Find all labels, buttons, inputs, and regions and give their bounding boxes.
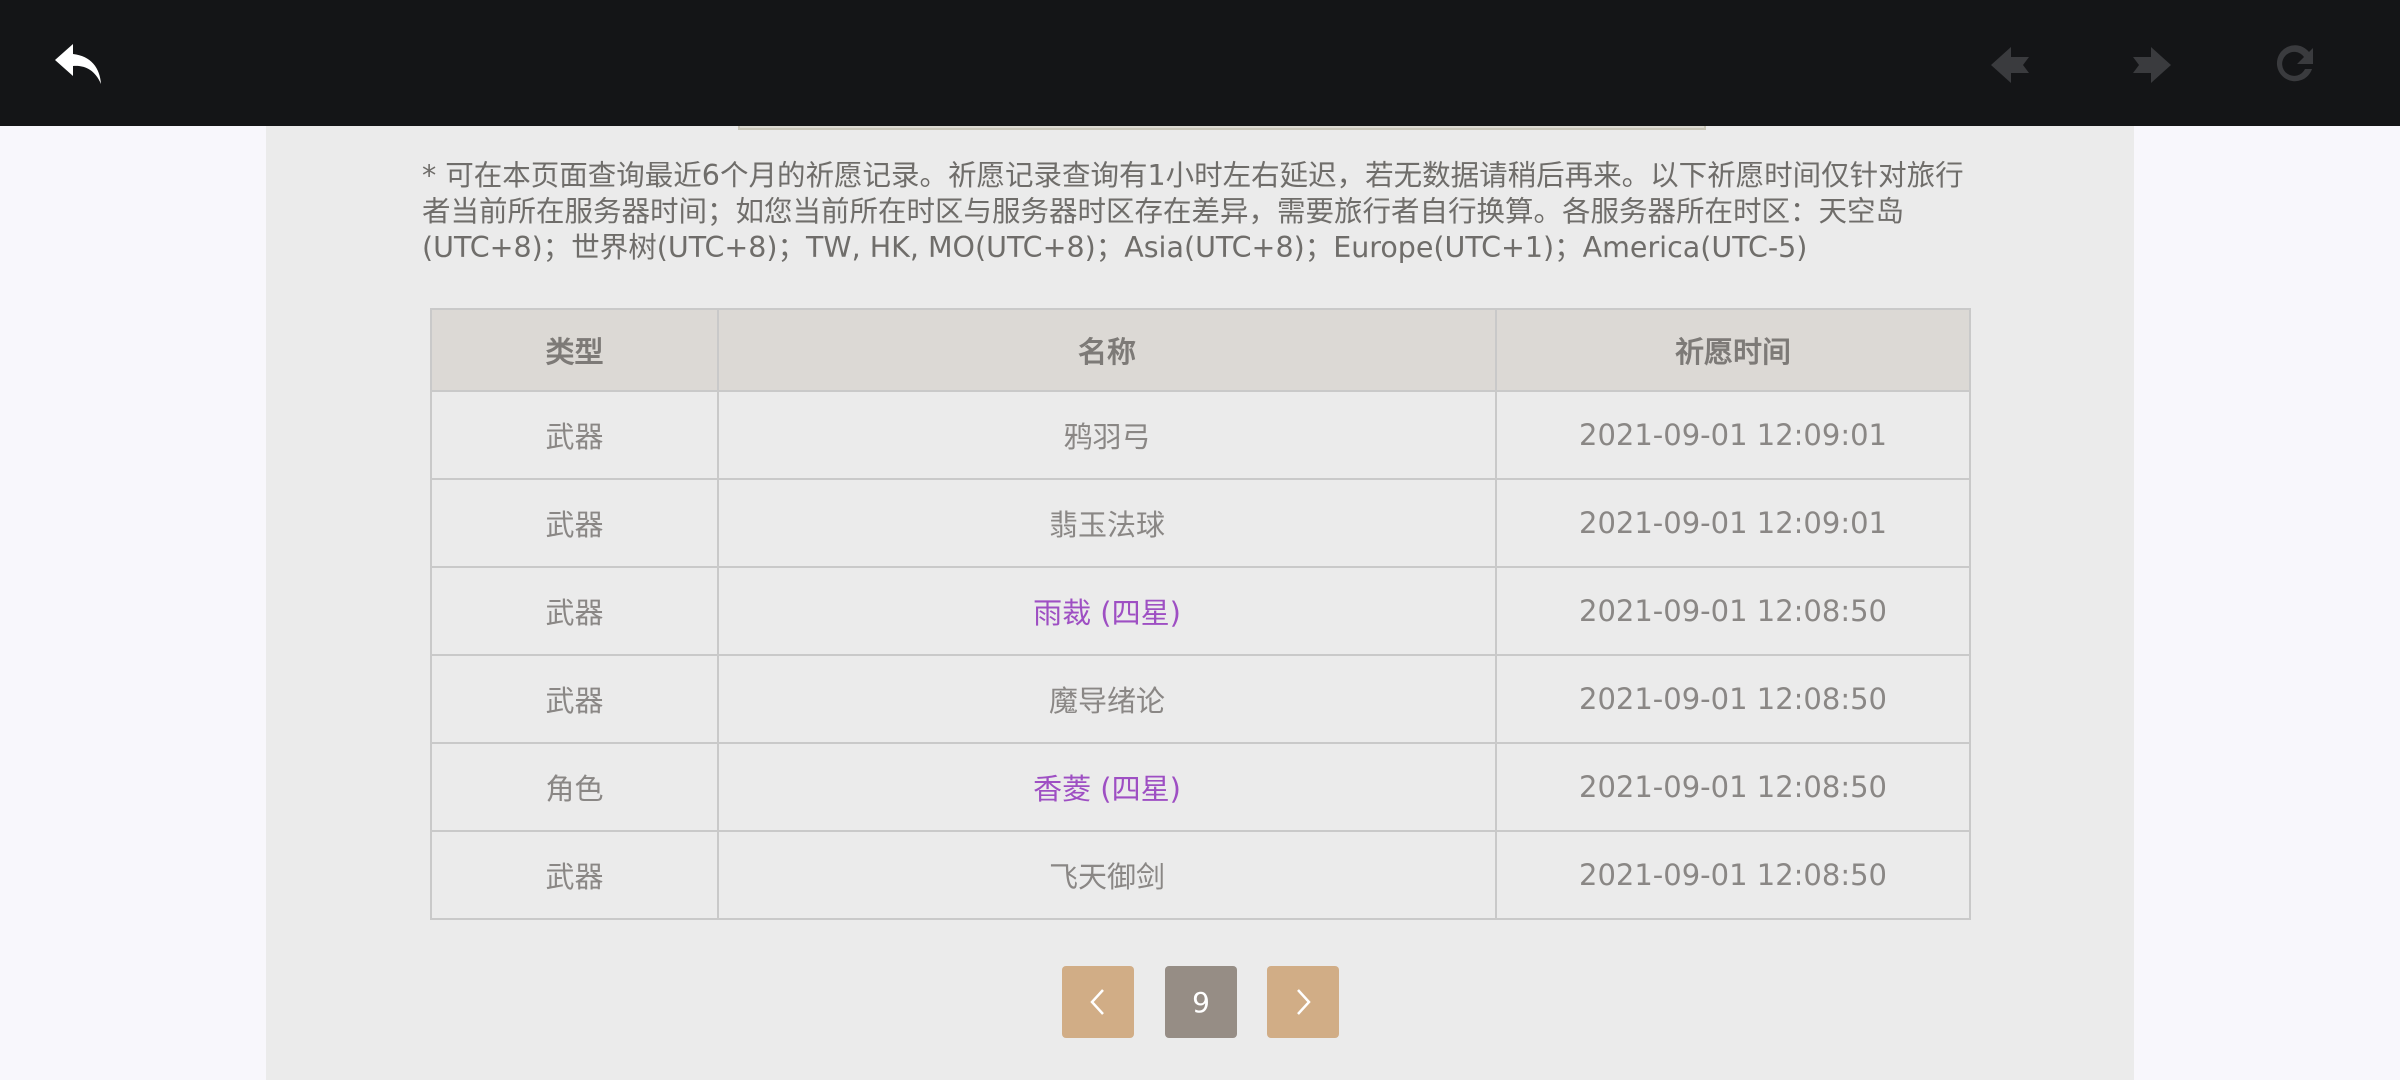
- table-row: 武器 鸦羽弓 2021-09-01 12:09:01: [430, 390, 1971, 480]
- refresh-icon: [2276, 45, 2313, 82]
- row-type-cell: 武器: [430, 390, 719, 480]
- row-type-cell: 武器: [430, 654, 719, 744]
- table-row: 角色 香菱 (四星) 2021-09-01 12:08:50: [430, 742, 1971, 832]
- row-type-cell: 角色: [430, 742, 719, 832]
- next-page-icon: [2133, 47, 2171, 83]
- row-type-cell: 武器: [430, 830, 719, 920]
- previous-page-button[interactable]: [1062, 966, 1134, 1038]
- row-name-cell: 魔导绪论: [717, 654, 1497, 744]
- column-header-name: 名称: [717, 308, 1497, 392]
- table-row: 武器 翡玉法球 2021-09-01 12:09:01: [430, 478, 1971, 568]
- table-row: 武器 雨裁 (四星) 2021-09-01 12:08:50: [430, 566, 1971, 656]
- next-page-button[interactable]: [1267, 966, 1339, 1038]
- wish-history-notice: * 可在本页面查询最近6个月的祈愿记录。祈愿记录查询有1小时左右延迟，若无数据请…: [422, 159, 1964, 264]
- back-button[interactable]: [44, 30, 114, 100]
- wish-history-panel: * 可在本页面查询最近6个月的祈愿记录。祈愿记录查询有1小时左右延迟，若无数据请…: [266, 126, 2134, 1080]
- row-name-cell: 飞天御剑: [717, 830, 1497, 920]
- browser-forward-button[interactable]: [2116, 30, 2186, 100]
- chevron-right-icon: [1297, 989, 1311, 1015]
- column-header-time: 祈愿时间: [1495, 308, 1971, 392]
- row-name-cell-four-star: 雨裁 (四星): [717, 566, 1497, 656]
- row-time-cell: 2021-09-01 12:08:50: [1495, 742, 1971, 832]
- row-name-cell-four-star: 香菱 (四星): [717, 742, 1497, 832]
- row-type-cell: 武器: [430, 478, 719, 568]
- back-arrow-icon: [55, 44, 101, 84]
- column-header-type: 类型: [430, 308, 719, 392]
- table-header-row: 类型 名称 祈愿时间: [430, 308, 1971, 392]
- chevron-left-icon: [1090, 989, 1104, 1015]
- top-toolbar: [0, 0, 2400, 126]
- row-time-cell: 2021-09-01 12:08:50: [1495, 566, 1971, 656]
- refresh-button[interactable]: [2259, 30, 2329, 100]
- current-page-indicator: 9: [1165, 966, 1237, 1038]
- panel-top-edge: [738, 126, 1706, 130]
- prev-page-icon: [1991, 47, 2029, 83]
- row-type-cell: 武器: [430, 566, 719, 656]
- row-name-cell: 翡玉法球: [717, 478, 1497, 568]
- row-time-cell: 2021-09-01 12:09:01: [1495, 390, 1971, 480]
- table-row: 武器 飞天御剑 2021-09-01 12:08:50: [430, 830, 1971, 920]
- row-time-cell: 2021-09-01 12:08:50: [1495, 654, 1971, 744]
- row-time-cell: 2021-09-01 12:09:01: [1495, 478, 1971, 568]
- wish-records-table: 类型 名称 祈愿时间 武器 鸦羽弓 2021-09-01 12:09:01 武器…: [430, 308, 1971, 920]
- row-time-cell: 2021-09-01 12:08:50: [1495, 830, 1971, 920]
- row-name-cell: 鸦羽弓: [717, 390, 1497, 480]
- browser-back-button[interactable]: [1976, 30, 2046, 100]
- table-row: 武器 魔导绪论 2021-09-01 12:08:50: [430, 654, 1971, 744]
